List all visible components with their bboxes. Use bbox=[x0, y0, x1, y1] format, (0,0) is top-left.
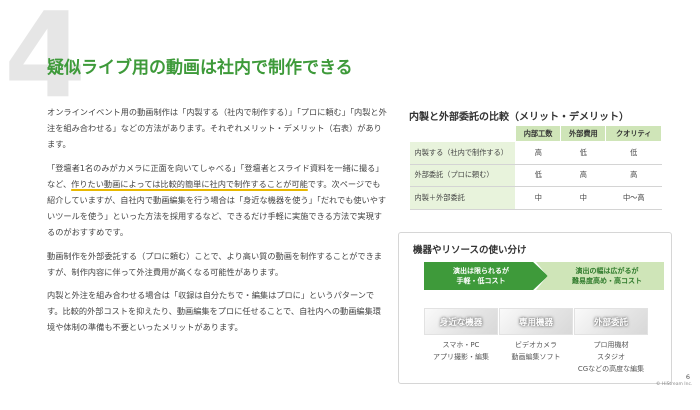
row-label: 内製＋外部委託 bbox=[409, 186, 516, 210]
arrow-text: 演出は限られるが bbox=[453, 267, 509, 275]
caption-line: ビデオカメラ bbox=[515, 341, 557, 349]
table-header-row: 内部工数 外部費用 クオリティ bbox=[409, 125, 662, 142]
equipment-caption: ビデオカメラ 動画編集ソフト bbox=[493, 339, 579, 363]
equipment-card-outsourced: 外部委託 bbox=[574, 308, 648, 335]
table-corner-cell bbox=[409, 125, 516, 142]
column-header: 外部費用 bbox=[560, 125, 607, 142]
paragraph-2: 「登壇者1名のみがカメラに正面を向いてしゃべる」「登壇者とスライド資料を一緒に撮… bbox=[47, 160, 387, 241]
equipment-caption: スマホ・PC アプリ撮影・編集 bbox=[418, 339, 504, 363]
equipment-label: 専用機器 bbox=[518, 318, 553, 328]
equipment-card-dedicated: 専用機器 bbox=[499, 308, 573, 335]
table-cell: 中 bbox=[515, 186, 561, 210]
table-row: 外部委託（プロに頼む） 低 高 高 bbox=[409, 163, 662, 187]
comparison-table: 内部工数 外部費用 クオリティ 内製する（社内で制作する） 高 低 低 外部委託… bbox=[409, 125, 662, 210]
table-row: 内製する（社内で制作する） 高 低 低 bbox=[409, 141, 662, 165]
resources-panel: 機器やリソースの使い分け 演出は限られるが 手軽・低コスト 演出の幅は広がるが … bbox=[398, 232, 672, 384]
paragraph-3: 動画制作を外部委託する（プロに頼む）ことで、より高い質の動画を制作することができ… bbox=[47, 250, 382, 277]
arrow-text: 難易度高め・高コスト bbox=[572, 277, 642, 285]
arrow-text: 手軽・低コスト bbox=[456, 277, 506, 285]
equipment-label: 身近な機器 bbox=[439, 318, 483, 328]
row-label: 内製する（社内で制作する） bbox=[409, 141, 516, 165]
caption-line: スタジオ bbox=[597, 353, 625, 361]
low-cost-arrow: 演出は限られるが 手軽・低コスト bbox=[424, 262, 548, 290]
column-header: 内部工数 bbox=[514, 125, 562, 142]
high-cost-arrow: 演出の幅は広がるが 難易度高め・高コスト bbox=[536, 262, 664, 290]
equipment-caption: プロ用機材 スタジオ CGなどの高度な編集 bbox=[568, 339, 654, 375]
copyright: © HiStream Inc. bbox=[656, 382, 693, 387]
highlighted-text: 作りたい動画によっては比較的簡単に社内で制作することが可能 bbox=[71, 178, 308, 189]
caption-line: プロ用機材 bbox=[593, 341, 629, 349]
table-cell: 低 bbox=[605, 141, 662, 165]
equipment-label: 外部委託 bbox=[593, 318, 628, 328]
caption-line: 動画編集ソフト bbox=[511, 353, 561, 361]
page-title: 疑似ライブ用の動画は社内で制作できる bbox=[47, 58, 353, 78]
page-number: 6 bbox=[685, 373, 690, 381]
table-cell: 低 bbox=[560, 141, 606, 165]
row-label: 外部委託（プロに頼む） bbox=[409, 163, 516, 187]
caption-line: CGなどの高度な編集 bbox=[577, 365, 645, 373]
table-cell: 低 bbox=[515, 163, 561, 187]
cost-arrow: 演出は限られるが 手軽・低コスト 演出の幅は広がるが 難易度高め・高コスト bbox=[424, 262, 664, 290]
paragraph-1: オンラインイベント用の動画制作は「内製する（社内で制作する）」「プロに頼む」「内… bbox=[47, 107, 387, 150]
column-header: クオリティ bbox=[605, 125, 662, 142]
table-row: 内製＋外部委託 中 中 中〜高 bbox=[409, 186, 662, 210]
equipment-card-familiar: 身近な機器 bbox=[424, 308, 498, 335]
table-cell: 高 bbox=[605, 163, 662, 187]
body-text: オンラインイベント用の動画制作は「内製する（社内で制作する）」「プロに頼む」「内… bbox=[47, 104, 387, 343]
paragraph-4: 内製と外注を組み合わせる場合は「収録は自分たちで・編集はプロに」というパターンで… bbox=[47, 290, 381, 333]
comparison-table-title: 内製と外部委託の比較（メリット・デメリット） bbox=[409, 112, 629, 123]
arrow-text: 演出の幅は広がるが bbox=[575, 267, 639, 275]
resources-panel-title: 機器やリソースの使い分け bbox=[413, 245, 527, 256]
table-cell: 高 bbox=[560, 163, 606, 187]
caption-line: アプリ撮影・編集 bbox=[433, 353, 489, 361]
table-cell: 高 bbox=[515, 141, 561, 165]
table-cell: 中 bbox=[560, 186, 606, 210]
caption-line: スマホ・PC bbox=[442, 341, 480, 349]
table-cell: 中〜高 bbox=[605, 186, 662, 210]
